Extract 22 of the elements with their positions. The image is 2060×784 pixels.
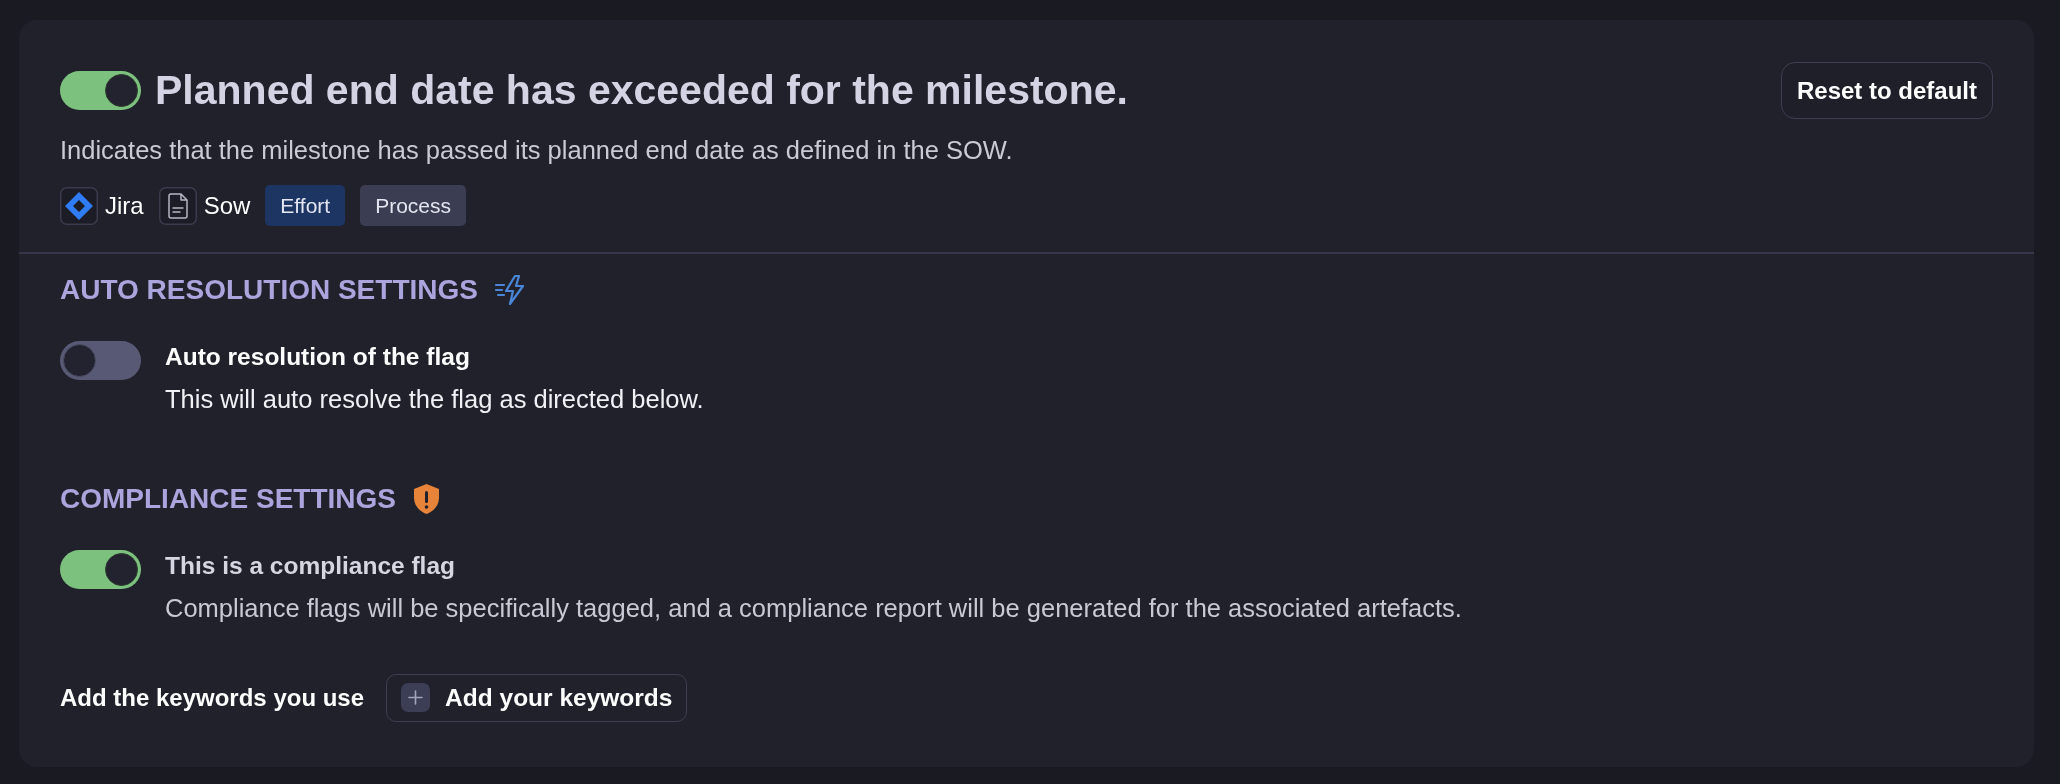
section-heading: COMPLIANCE SETTINGS — [60, 481, 396, 516]
section-heading: AUTO RESOLUTION SETTINGS — [60, 272, 478, 307]
add-keywords-button[interactable]: Add your keywords — [386, 673, 688, 722]
toggle-switch[interactable] — [60, 549, 141, 589]
rule-title: Planned end date has exceeded for the milestone. — [155, 66, 1128, 115]
setting-title: This is a compliance flag — [165, 550, 455, 581]
setting-description: This will auto resolve the flag as directed below. — [165, 383, 704, 415]
toggle-switch[interactable] — [60, 340, 141, 380]
source-label: Sow — [203, 191, 251, 220]
toggle-switch[interactable] — [60, 71, 141, 110]
rule-description: Indicates that the milestone has passed its planned end date as defined in the SOW. — [60, 135, 1013, 166]
lightning-icon — [493, 273, 527, 306]
document-icon — [158, 186, 197, 225]
keywords-label: Add the keywords you use — [60, 683, 365, 712]
plus-icon — [401, 683, 431, 712]
shield-alert-icon — [412, 482, 441, 515]
source-label: Jira — [105, 191, 144, 220]
setting-description: Compliance flags will be specifically tagged, and a compliance report will be generated for the associated artefacts. — [165, 592, 1462, 624]
tag: Process — [360, 185, 467, 226]
setting-title: Auto resolution of the flag — [165, 341, 470, 372]
reset-button[interactable]: Reset to default — [1780, 62, 1993, 119]
tag: Effort — [265, 185, 346, 226]
